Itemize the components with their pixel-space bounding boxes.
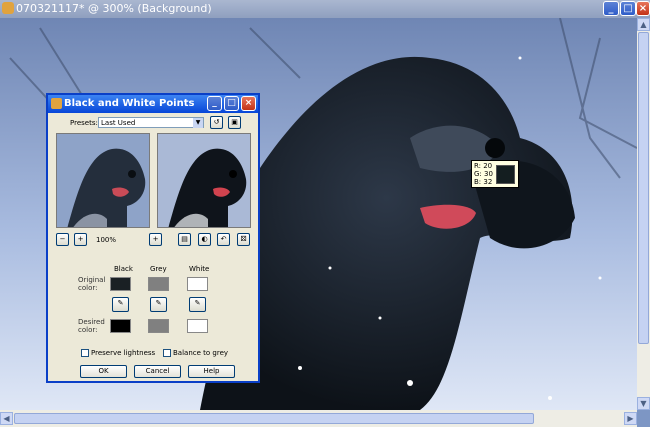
document-titlebar[interactable]: 070321117* @ 300% (Background) _ □ × (0, 0, 650, 18)
preserve-lightness-checkbox[interactable] (81, 349, 89, 357)
horizontal-scroll-thumb[interactable] (14, 413, 534, 424)
auto-proof-icon[interactable]: ◐ (198, 233, 211, 246)
save-preset-icon[interactable]: ▣ (228, 116, 241, 129)
help-button[interactable]: Help (188, 365, 235, 378)
scroll-up-icon[interactable]: ▲ (637, 18, 650, 31)
cancel-button[interactable]: Cancel (134, 365, 181, 378)
dialog-title: Black and White Points (64, 98, 195, 109)
proof-icon[interactable]: ▤ (178, 233, 191, 246)
reset-icon[interactable]: ↶ (217, 233, 230, 246)
white-eyedropper-icon[interactable]: ✎ (189, 297, 206, 312)
black-eyedropper-icon[interactable]: ✎ (112, 297, 129, 312)
dialog-titlebar[interactable]: Black and White Points _ □ × (48, 95, 258, 113)
presets-value: Last Used (101, 119, 136, 127)
minimize-icon[interactable]: _ (603, 1, 619, 16)
zoom-level: 100% (96, 236, 117, 244)
balance-to-grey-checkbox[interactable] (163, 349, 171, 357)
balance-to-grey-label: Balance to grey (173, 349, 229, 357)
desired-white-swatch[interactable] (187, 319, 208, 333)
maximize-icon[interactable]: □ (620, 1, 636, 16)
black-white-points-dialog: Black and White Points _ □ × Presets: La… (46, 93, 260, 383)
navigate-icon[interactable]: + (149, 233, 162, 246)
preserve-lightness-label: Preserve lightness (91, 349, 156, 357)
chevron-down-icon[interactable]: ▼ (193, 118, 203, 128)
psp-app-icon (2, 2, 14, 14)
after-preview[interactable] (157, 133, 251, 228)
horizontal-scrollbar[interactable]: ◀ ▶ (0, 410, 637, 427)
pixel-color-swatch (496, 165, 515, 184)
randomize-icon[interactable]: ⚄ (237, 233, 250, 246)
ok-button[interactable]: OK (80, 365, 127, 378)
white-column-label: White (189, 265, 210, 273)
vertical-scrollbar[interactable]: ▲ ▼ (637, 18, 650, 410)
presets-label: Presets: (70, 119, 98, 127)
original-white-swatch[interactable] (187, 277, 208, 291)
original-color-label: Original color: (78, 276, 106, 292)
scroll-left-icon[interactable]: ◀ (0, 412, 13, 425)
dialog-app-icon (51, 98, 62, 109)
original-black-swatch[interactable] (110, 277, 131, 291)
original-grey-swatch[interactable] (148, 277, 169, 291)
after-dog-thumbnail (158, 134, 250, 227)
before-preview[interactable] (56, 133, 150, 228)
zoom-in-icon[interactable]: + (74, 233, 87, 246)
desired-black-swatch[interactable] (110, 319, 131, 333)
scroll-right-icon[interactable]: ▶ (624, 412, 637, 425)
pixel-color-tooltip: R: 20 G: 30 B: 32 (471, 160, 519, 188)
zoom-out-icon[interactable]: − (56, 233, 69, 246)
grey-eyedropper-icon[interactable]: ✎ (150, 297, 167, 312)
dialog-maximize-icon[interactable]: □ (224, 96, 239, 111)
black-column-label: Black (114, 265, 133, 273)
presets-select[interactable]: Last Used ▼ (98, 117, 204, 128)
grey-column-label: Grey (150, 265, 167, 273)
dialog-minimize-icon[interactable]: _ (207, 96, 222, 111)
document-title: 070321117* @ 300% (Background) (16, 2, 212, 15)
reset-preset-icon[interactable]: ↺ (210, 116, 223, 129)
desired-color-label: Desired color: (78, 318, 105, 334)
dialog-close-icon[interactable]: × (241, 96, 256, 111)
desired-grey-swatch[interactable] (148, 319, 169, 333)
vertical-scroll-thumb[interactable] (638, 32, 649, 344)
before-dog-thumbnail (57, 134, 149, 227)
scroll-down-icon[interactable]: ▼ (637, 397, 650, 410)
close-icon[interactable]: × (636, 1, 650, 16)
